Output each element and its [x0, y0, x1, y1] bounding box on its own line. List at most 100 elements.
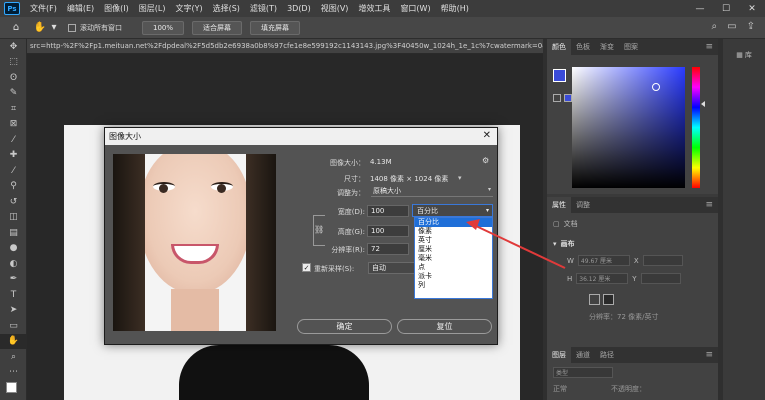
foreground-swatch[interactable]: [6, 382, 17, 393]
hue-slider[interactable]: [692, 67, 700, 188]
layer-filter-select[interactable]: 类型: [553, 367, 613, 378]
unit-option-columns[interactable]: 列: [415, 281, 492, 290]
zoom-tool-icon[interactable]: ⌕: [0, 349, 27, 365]
tab-gradients[interactable]: 渐变: [595, 39, 619, 55]
tab-properties[interactable]: 属性: [547, 197, 571, 213]
path-select-tool-icon[interactable]: ➤: [0, 303, 27, 319]
tab-swatches[interactable]: 色板: [571, 39, 595, 55]
swap-colors-icon[interactable]: [564, 94, 572, 102]
fit-screen-button[interactable]: 适合屏幕: [192, 20, 243, 35]
tab-patterns[interactable]: 图案: [619, 39, 643, 55]
color-picker-marker[interactable]: [652, 83, 660, 91]
tab-layers[interactable]: 图层: [547, 347, 571, 363]
menu-3d[interactable]: 3D(D): [282, 4, 316, 13]
libraries-button[interactable]: ▦ 库: [723, 47, 765, 63]
canvas-x-field[interactable]: [642, 255, 683, 266]
fill-screen-button[interactable]: 填充屏幕: [250, 20, 301, 35]
resolution-input[interactable]: 72: [367, 243, 409, 255]
landscape-orientation-icon[interactable]: [603, 294, 614, 305]
close-window-button[interactable]: ✕: [739, 0, 765, 17]
menu-image[interactable]: 图像(I): [99, 3, 134, 14]
scroll-all-checkbox[interactable]: [68, 23, 76, 32]
width-input[interactable]: 100: [367, 205, 409, 217]
reset-button[interactable]: 复位: [397, 319, 492, 334]
menu-edit[interactable]: 编辑(E): [62, 3, 99, 14]
fit-to-value: 原稿大小: [373, 187, 401, 195]
panel-menu-icon[interactable]: ≡: [705, 350, 713, 360]
color-field[interactable]: [572, 67, 685, 188]
hue-slider-handle[interactable]: [701, 101, 705, 107]
healing-brush-tool-icon[interactable]: ✚: [0, 148, 27, 164]
unit-option-pixels[interactable]: 像素: [415, 227, 492, 236]
height-input[interactable]: 100: [367, 225, 409, 237]
dodge-tool-icon[interactable]: ◐: [0, 256, 27, 272]
menu-select[interactable]: 选择(S): [208, 3, 245, 14]
menu-filter[interactable]: 滤镜(T): [245, 3, 282, 14]
tab-adjustments[interactable]: 调整: [571, 197, 595, 213]
blur-tool-icon[interactable]: ●: [0, 241, 27, 257]
canvas-width-field[interactable]: 49.67 厘米: [577, 255, 630, 266]
foreground-color-swatch[interactable]: [553, 69, 566, 82]
panel-menu-icon[interactable]: ≡: [705, 42, 713, 52]
eyedropper-tool-icon[interactable]: ⁄: [0, 132, 27, 148]
canvas-height-field[interactable]: 36.12 厘米: [576, 273, 629, 284]
chevron-down-icon[interactable]: ▾: [50, 20, 58, 36]
gradient-tool-icon[interactable]: ▤: [0, 225, 27, 241]
menu-window[interactable]: 窗口(W): [395, 3, 435, 14]
lasso-tool-icon[interactable]: ʘ: [0, 70, 27, 86]
chevron-down-icon[interactable]: ▾: [553, 240, 557, 248]
zoom-100-button[interactable]: 100%: [142, 20, 185, 35]
tab-paths[interactable]: 路径: [595, 347, 619, 363]
menu-view[interactable]: 视图(V): [316, 3, 354, 14]
menu-layer[interactable]: 图层(L): [134, 3, 171, 14]
move-tool-icon[interactable]: ✥: [0, 39, 27, 55]
hand-tool-icon[interactable]: ✋: [0, 333, 27, 349]
canvas-y-field[interactable]: [640, 273, 681, 284]
resample-checkbox[interactable]: ✓: [302, 263, 311, 272]
history-brush-tool-icon[interactable]: ↺: [0, 194, 27, 210]
maximize-button[interactable]: ☐: [713, 0, 739, 17]
chevron-down-icon[interactable]: ▾: [458, 174, 462, 182]
brush-tool-icon[interactable]: ⁄: [0, 163, 27, 179]
image-preview[interactable]: [113, 154, 276, 331]
ok-button[interactable]: 确定: [297, 319, 392, 334]
clone-stamp-tool-icon[interactable]: ⚲: [0, 179, 27, 195]
share-icon[interactable]: ⇪: [747, 21, 755, 32]
menu-file[interactable]: 文件(F): [25, 3, 62, 14]
unit-option-points[interactable]: 点: [415, 263, 492, 272]
unit-option-inches[interactable]: 英寸: [415, 236, 492, 245]
tab-color[interactable]: 颜色: [547, 39, 571, 55]
menu-help[interactable]: 帮助(H): [436, 3, 474, 14]
marquee-tool-icon[interactable]: ⬚: [0, 55, 27, 71]
panel-menu-icon[interactable]: ≡: [705, 200, 713, 210]
hand-tool-icon[interactable]: ✋: [32, 20, 48, 36]
menu-plugins[interactable]: 增效工具: [353, 3, 395, 14]
document-tab[interactable]: src=http-%2F%2Fp1.meituan.net%2Fdpdeal%2…: [27, 39, 543, 54]
unit-option-centimeters[interactable]: 厘米: [415, 245, 492, 254]
tab-channels[interactable]: 通道: [571, 347, 595, 363]
menu-type[interactable]: 文字(Y): [170, 3, 207, 14]
shape-tool-icon[interactable]: ▭: [0, 318, 27, 334]
home-icon[interactable]: ⌂: [8, 20, 24, 36]
crop-tool-icon[interactable]: ⌗: [0, 101, 27, 117]
gear-icon[interactable]: ⚙: [482, 156, 489, 165]
unit-option-percent[interactable]: 百分比: [415, 218, 492, 227]
pen-tool-icon[interactable]: ✒: [0, 272, 27, 288]
more-tools-icon[interactable]: ⋯: [0, 365, 27, 381]
frame-tool-icon[interactable]: ⊠: [0, 117, 27, 133]
quick-select-tool-icon[interactable]: ✎: [0, 86, 27, 102]
unit-option-picas[interactable]: 派卡: [415, 272, 492, 281]
eraser-tool-icon[interactable]: ◫: [0, 210, 27, 226]
dialog-close-button[interactable]: ✕: [483, 130, 491, 141]
dimension-label: 尺寸：: [344, 175, 365, 183]
portrait-orientation-icon[interactable]: [589, 294, 600, 305]
blend-mode-select[interactable]: 正常: [553, 384, 567, 394]
workspace-icon[interactable]: ▭: [727, 21, 736, 32]
minimize-button[interactable]: —: [687, 0, 713, 17]
unit-option-millimeters[interactable]: 毫米: [415, 254, 492, 263]
fit-to-select[interactable]: 原稿大小 ▾: [371, 186, 493, 197]
type-tool-icon[interactable]: T: [0, 287, 27, 303]
search-icon[interactable]: ⌕: [712, 21, 718, 32]
default-colors-icon[interactable]: [553, 94, 561, 102]
width-unit-select[interactable]: 百分比 ▾: [412, 204, 493, 217]
